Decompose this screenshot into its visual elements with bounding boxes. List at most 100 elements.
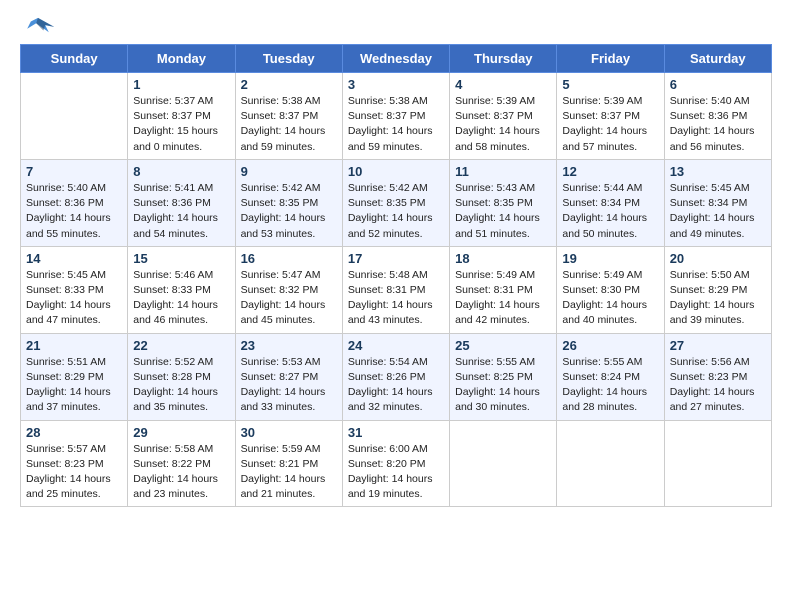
day-info: Sunrise: 5:51 AMSunset: 8:29 PMDaylight:… bbox=[26, 355, 122, 416]
day-header-thursday: Thursday bbox=[450, 45, 557, 73]
day-number: 8 bbox=[133, 164, 229, 179]
day-info: Sunrise: 5:52 AMSunset: 8:28 PMDaylight:… bbox=[133, 355, 229, 416]
logo-bird-icon bbox=[20, 16, 56, 36]
day-number: 27 bbox=[670, 338, 766, 353]
day-number: 18 bbox=[455, 251, 551, 266]
day-number: 29 bbox=[133, 425, 229, 440]
week-row-5: 28 Sunrise: 5:57 AMSunset: 8:23 PMDayligh… bbox=[21, 420, 772, 507]
calendar-cell: 6 Sunrise: 5:40 AMSunset: 8:36 PMDaylight… bbox=[664, 73, 771, 160]
day-number: 16 bbox=[241, 251, 337, 266]
day-number: 19 bbox=[562, 251, 658, 266]
day-number: 1 bbox=[133, 77, 229, 92]
week-row-4: 21 Sunrise: 5:51 AMSunset: 8:29 PMDayligh… bbox=[21, 333, 772, 420]
day-number: 15 bbox=[133, 251, 229, 266]
logo bbox=[20, 16, 62, 36]
day-info: Sunrise: 5:49 AMSunset: 8:31 PMDaylight:… bbox=[455, 268, 551, 329]
day-info: Sunrise: 5:47 AMSunset: 8:32 PMDaylight:… bbox=[241, 268, 337, 329]
day-info: Sunrise: 5:41 AMSunset: 8:36 PMDaylight:… bbox=[133, 181, 229, 242]
calendar-cell: 26Sunrise: 5:55 AMSunset: 8:24 PMDayligh… bbox=[557, 333, 664, 420]
day-header-tuesday: Tuesday bbox=[235, 45, 342, 73]
calendar-cell: 18 Sunrise: 5:49 AMSunset: 8:31 PMDayligh… bbox=[450, 246, 557, 333]
calendar-cell: 22 Sunrise: 5:52 AMSunset: 8:28 PMDayligh… bbox=[128, 333, 235, 420]
day-number: 10 bbox=[348, 164, 444, 179]
calendar-cell: 14 Sunrise: 5:45 AMSunset: 8:33 PMDayligh… bbox=[21, 246, 128, 333]
day-info: Sunrise: 5:42 AMSunset: 8:35 PMDaylight:… bbox=[348, 181, 444, 242]
calendar-cell: 30Sunrise: 5:59 AMSunset: 8:21 PMDayligh… bbox=[235, 420, 342, 507]
day-header-sunday: Sunday bbox=[21, 45, 128, 73]
day-info: Sunrise: 5:57 AMSunset: 8:23 PMDaylight:… bbox=[26, 442, 122, 503]
day-header-saturday: Saturday bbox=[664, 45, 771, 73]
day-info: Sunrise: 5:39 AMSunset: 8:37 PMDaylight:… bbox=[455, 94, 551, 155]
day-info: Sunrise: 5:40 AMSunset: 8:36 PMDaylight:… bbox=[26, 181, 122, 242]
day-info: Sunrise: 5:58 AMSunset: 8:22 PMDaylight:… bbox=[133, 442, 229, 503]
day-number: 31 bbox=[348, 425, 444, 440]
calendar-cell: 19 Sunrise: 5:49 AMSunset: 8:30 PMDayligh… bbox=[557, 246, 664, 333]
day-number: 3 bbox=[348, 77, 444, 92]
day-info: Sunrise: 5:38 AMSunset: 8:37 PMDaylight:… bbox=[241, 94, 337, 155]
calendar-cell: 10 Sunrise: 5:42 AMSunset: 8:35 PMDayligh… bbox=[342, 159, 449, 246]
calendar-cell bbox=[557, 420, 664, 507]
calendar-cell: 29 Sunrise: 5:58 AMSunset: 8:22 PMDayligh… bbox=[128, 420, 235, 507]
day-number: 28 bbox=[26, 425, 122, 440]
day-number: 26 bbox=[562, 338, 658, 353]
day-number: 23 bbox=[241, 338, 337, 353]
day-info: Sunrise: 6:00 AMSunset: 8:20 PMDaylight:… bbox=[348, 442, 444, 503]
calendar-cell: 16 Sunrise: 5:47 AMSunset: 8:32 PMDayligh… bbox=[235, 246, 342, 333]
day-number: 13 bbox=[670, 164, 766, 179]
day-info: Sunrise: 5:48 AMSunset: 8:31 PMDaylight:… bbox=[348, 268, 444, 329]
day-number: 5 bbox=[562, 77, 658, 92]
day-number: 14 bbox=[26, 251, 122, 266]
calendar-cell: 3 Sunrise: 5:38 AMSunset: 8:37 PMDaylight… bbox=[342, 73, 449, 160]
calendar-cell bbox=[450, 420, 557, 507]
day-info: Sunrise: 5:38 AMSunset: 8:37 PMDaylight:… bbox=[348, 94, 444, 155]
day-info: Sunrise: 5:46 AMSunset: 8:33 PMDaylight:… bbox=[133, 268, 229, 329]
days-of-week-row: SundayMondayTuesdayWednesdayThursdayFrid… bbox=[21, 45, 772, 73]
calendar-body: 1 Sunrise: 5:37 AMSunset: 8:37 PMDaylight… bbox=[21, 73, 772, 507]
day-number: 12 bbox=[562, 164, 658, 179]
day-info: Sunrise: 5:37 AMSunset: 8:37 PMDaylight:… bbox=[133, 94, 229, 155]
day-number: 7 bbox=[26, 164, 122, 179]
day-number: 21 bbox=[26, 338, 122, 353]
day-info: Sunrise: 5:56 AMSunset: 8:23 PMDaylight:… bbox=[670, 355, 766, 416]
calendar-cell: 25Sunrise: 5:55 AMSunset: 8:25 PMDayligh… bbox=[450, 333, 557, 420]
day-number: 2 bbox=[241, 77, 337, 92]
day-info: Sunrise: 5:49 AMSunset: 8:30 PMDaylight:… bbox=[562, 268, 658, 329]
calendar-cell: 21 Sunrise: 5:51 AMSunset: 8:29 PMDayligh… bbox=[21, 333, 128, 420]
day-header-monday: Monday bbox=[128, 45, 235, 73]
day-info: Sunrise: 5:53 AMSunset: 8:27 PMDaylight:… bbox=[241, 355, 337, 416]
calendar-cell: 28 Sunrise: 5:57 AMSunset: 8:23 PMDayligh… bbox=[21, 420, 128, 507]
day-info: Sunrise: 5:40 AMSunset: 8:36 PMDaylight:… bbox=[670, 94, 766, 155]
day-number: 9 bbox=[241, 164, 337, 179]
day-info: Sunrise: 5:54 AMSunset: 8:26 PMDaylight:… bbox=[348, 355, 444, 416]
day-info: Sunrise: 5:44 AMSunset: 8:34 PMDaylight:… bbox=[562, 181, 658, 242]
day-number: 22 bbox=[133, 338, 229, 353]
calendar-cell: 8 Sunrise: 5:41 AMSunset: 8:36 PMDaylight… bbox=[128, 159, 235, 246]
calendar-cell bbox=[664, 420, 771, 507]
calendar-cell: 17 Sunrise: 5:48 AMSunset: 8:31 PMDayligh… bbox=[342, 246, 449, 333]
day-number: 17 bbox=[348, 251, 444, 266]
day-number: 11 bbox=[455, 164, 551, 179]
calendar-cell: 5Sunrise: 5:39 AMSunset: 8:37 PMDaylight… bbox=[557, 73, 664, 160]
calendar-cell: 20 Sunrise: 5:50 AMSunset: 8:29 PMDayligh… bbox=[664, 246, 771, 333]
day-number: 30 bbox=[241, 425, 337, 440]
calendar-cell: 4 Sunrise: 5:39 AMSunset: 8:37 PMDaylight… bbox=[450, 73, 557, 160]
week-row-3: 14 Sunrise: 5:45 AMSunset: 8:33 PMDayligh… bbox=[21, 246, 772, 333]
calendar-cell: 11Sunrise: 5:43 AMSunset: 8:35 PMDayligh… bbox=[450, 159, 557, 246]
calendar-cell: 1 Sunrise: 5:37 AMSunset: 8:37 PMDaylight… bbox=[128, 73, 235, 160]
calendar-cell: 9Sunrise: 5:42 AMSunset: 8:35 PMDaylight… bbox=[235, 159, 342, 246]
day-number: 6 bbox=[670, 77, 766, 92]
calendar-cell: 13Sunrise: 5:45 AMSunset: 8:34 PMDayligh… bbox=[664, 159, 771, 246]
week-row-2: 7 Sunrise: 5:40 AMSunset: 8:36 PMDaylight… bbox=[21, 159, 772, 246]
calendar-cell: 12 Sunrise: 5:44 AMSunset: 8:34 PMDayligh… bbox=[557, 159, 664, 246]
day-header-friday: Friday bbox=[557, 45, 664, 73]
week-row-1: 1 Sunrise: 5:37 AMSunset: 8:37 PMDaylight… bbox=[21, 73, 772, 160]
day-number: 24 bbox=[348, 338, 444, 353]
calendar-table: SundayMondayTuesdayWednesdayThursdayFrid… bbox=[20, 44, 772, 507]
day-info: Sunrise: 5:50 AMSunset: 8:29 PMDaylight:… bbox=[670, 268, 766, 329]
calendar-cell: 2 Sunrise: 5:38 AMSunset: 8:37 PMDaylight… bbox=[235, 73, 342, 160]
calendar-cell: 15 Sunrise: 5:46 AMSunset: 8:33 PMDayligh… bbox=[128, 246, 235, 333]
day-number: 4 bbox=[455, 77, 551, 92]
header bbox=[20, 16, 772, 36]
day-number: 20 bbox=[670, 251, 766, 266]
day-info: Sunrise: 5:45 AMSunset: 8:33 PMDaylight:… bbox=[26, 268, 122, 329]
